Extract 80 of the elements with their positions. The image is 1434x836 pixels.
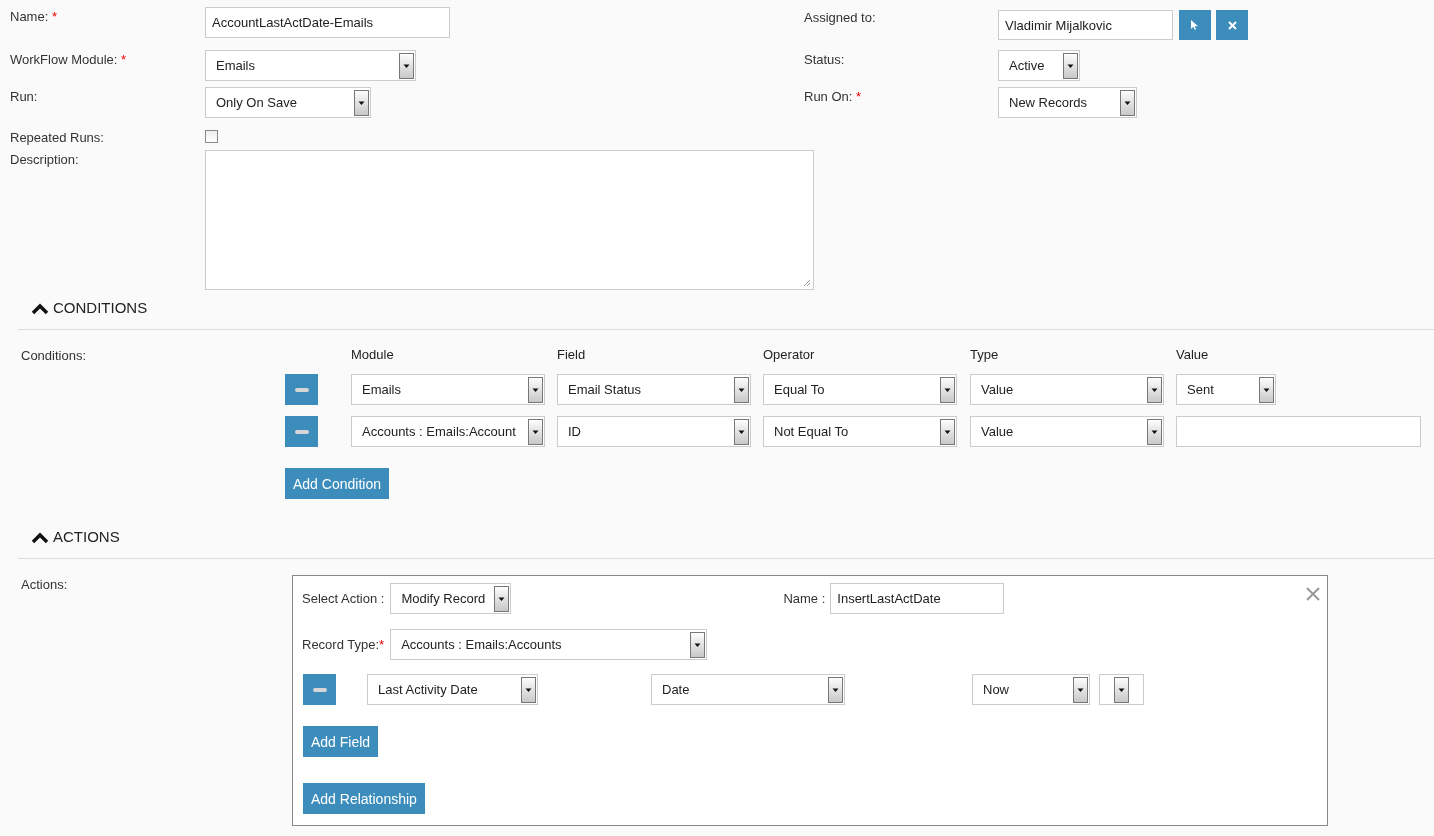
field-label: Conditions:	[21, 348, 87, 363]
column-header: Type	[970, 347, 1000, 362]
text-field[interactable]: Vladimir Mijalkovic	[998, 10, 1173, 40]
dropdown[interactable]: Date	[651, 674, 845, 705]
dropdown[interactable]: Email Status	[557, 374, 751, 405]
dropdown[interactable]: Only On Save	[205, 87, 371, 118]
field-label: Select Action :	[302, 591, 385, 606]
dropdown[interactable]: Emails	[351, 374, 545, 405]
caret-down-icon	[1114, 676, 1129, 703]
remove-button[interactable]	[285, 416, 318, 447]
column-header: Module	[351, 347, 395, 362]
caret-down-icon	[1063, 52, 1078, 79]
field-label: Assigned to:	[804, 10, 876, 25]
cursor-icon	[1191, 20, 1199, 30]
caret-down-icon	[734, 376, 749, 403]
dropdown[interactable]: New Records	[998, 87, 1137, 118]
minus-icon	[294, 429, 309, 434]
dropdown[interactable]: Emails	[205, 50, 416, 81]
caret-down-icon	[828, 676, 843, 703]
field-label: Run On: *	[804, 89, 862, 104]
chevron-up-icon[interactable]	[31, 532, 49, 544]
column-header: Operator	[763, 347, 816, 362]
dropdown[interactable]: Accounts : Emails:Account	[351, 416, 545, 447]
text-field[interactable]	[1176, 416, 1421, 447]
text-field[interactable]: AccountLastActDate-Emails	[205, 7, 450, 38]
dropdown[interactable]	[1099, 674, 1144, 705]
dropdown[interactable]: Last Activity Date	[367, 674, 538, 705]
resize-grip-icon	[803, 279, 811, 287]
caret-down-icon	[940, 418, 955, 445]
dropdown[interactable]: Equal To	[763, 374, 957, 405]
field-label: Description:	[10, 152, 79, 167]
column-header: Value	[1176, 347, 1210, 362]
caret-down-icon	[521, 676, 536, 703]
caret-down-icon	[1147, 418, 1162, 445]
dropdown[interactable]: Not Equal To	[763, 416, 957, 447]
clear-button[interactable]	[1216, 10, 1248, 40]
caret-down-icon	[1073, 676, 1088, 703]
field-label: Run:	[10, 89, 38, 104]
dropdown[interactable]: Accounts : Emails:Accounts	[390, 629, 708, 660]
close-icon	[1227, 20, 1237, 30]
minus-icon	[294, 387, 309, 392]
field-label: Repeated Runs:	[10, 130, 104, 145]
dropdown[interactable]: Now	[972, 674, 1090, 705]
field-label: WorkFlow Module: *	[10, 52, 127, 67]
dropdown[interactable]: Modify Record	[390, 583, 512, 614]
add-field-button[interactable]: Add Field	[303, 726, 379, 757]
checkbox[interactable]	[205, 130, 218, 143]
dropdown[interactable]: Sent	[1176, 374, 1276, 405]
dropdown[interactable]: ID	[557, 416, 751, 447]
dropdown[interactable]: Value	[970, 374, 1164, 405]
field-label: Name: *	[10, 9, 57, 24]
chevron-up-icon[interactable]	[31, 303, 49, 315]
section-title: ACTIONS	[53, 528, 120, 546]
remove-button[interactable]	[285, 374, 318, 405]
caret-down-icon	[734, 418, 749, 445]
remove-button[interactable]	[303, 674, 336, 705]
field-label: Actions:	[21, 577, 68, 592]
select-button[interactable]	[1179, 10, 1211, 40]
dropdown[interactable]: Active	[998, 50, 1080, 81]
caret-down-icon	[354, 89, 369, 116]
close-icon[interactable]	[1306, 587, 1320, 601]
column-header: Field	[557, 347, 587, 362]
text-field[interactable]: InsertLastActDate	[830, 583, 1005, 614]
dropdown[interactable]: Value	[970, 416, 1164, 447]
field-label: Name :	[783, 591, 826, 606]
caret-down-icon	[399, 52, 414, 79]
caret-down-icon	[528, 376, 543, 403]
field-label: Record Type:*	[302, 637, 385, 652]
caret-down-icon	[1120, 89, 1135, 116]
caret-down-icon	[1147, 376, 1162, 403]
caret-down-icon	[1259, 376, 1274, 403]
caret-down-icon	[494, 585, 510, 612]
add-condition-button[interactable]: Add Condition	[285, 468, 389, 499]
section-title: CONDITIONS	[53, 299, 148, 317]
add-relationship-button[interactable]: Add Relationship	[303, 783, 425, 814]
caret-down-icon	[690, 631, 706, 658]
field-label: Status:	[804, 52, 845, 67]
caret-down-icon	[940, 376, 955, 403]
minus-icon	[312, 687, 327, 692]
caret-down-icon	[528, 418, 543, 445]
